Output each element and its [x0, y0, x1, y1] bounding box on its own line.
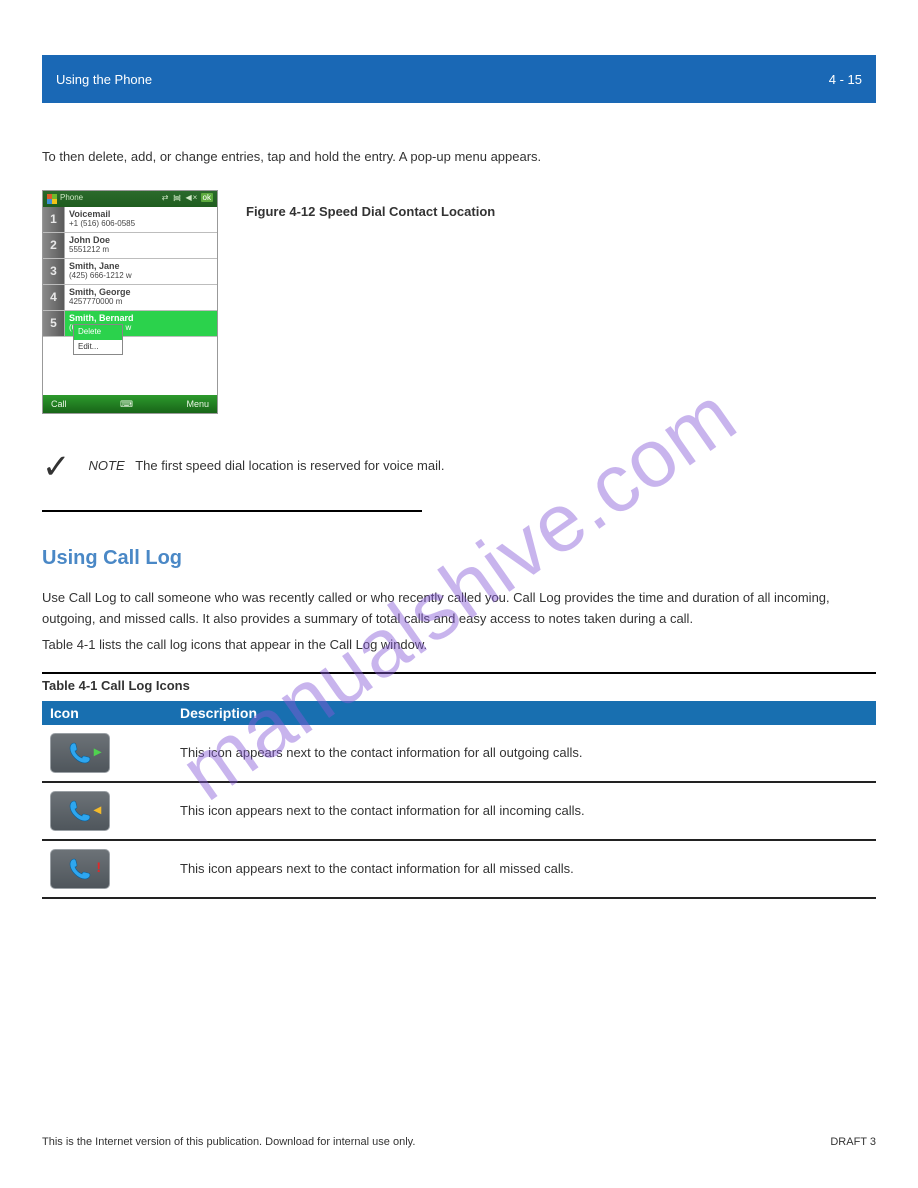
speed-dial-list: 1 Voicemail +1 (516) 606-0585 2 John Doe… [43, 207, 217, 337]
intro-paragraph: To then delete, add, or change entries, … [42, 147, 876, 168]
context-menu: Delete Edit... [73, 324, 123, 356]
missed-call-icon: ! [50, 849, 110, 889]
softkey-menu[interactable]: Menu [186, 397, 209, 411]
contact-detail: (425) 666-1212 w [69, 272, 213, 281]
page-header: Using the Phone 4 - 15 [42, 55, 876, 103]
note-label: NOTE [89, 458, 125, 473]
note-row: ✓ NOTE The first speed dial location is … [42, 450, 876, 484]
screenshot-app-title: Phone [60, 192, 83, 205]
missed-exclamation-icon: ! [96, 856, 101, 878]
table-row: ▸ This icon appears next to the contact … [42, 725, 876, 783]
speed-dial-row-2[interactable]: 2 John Doe 5551212 m [43, 233, 217, 259]
footer-notice: This is the Internet version of this pub… [42, 1136, 415, 1148]
outgoing-arrow-icon: ▸ [94, 740, 101, 762]
contact-detail: +1 (516) 606-0585 [69, 220, 213, 229]
speed-dial-number: 4 [43, 285, 65, 310]
speed-dial-number: 1 [43, 207, 65, 232]
row-description: This icon appears next to the contact in… [170, 801, 876, 822]
screenshot-bottombar: Call ⌨ Menu [43, 395, 217, 413]
checkmark-icon: ✓ [42, 450, 71, 484]
table-header-description: Description [170, 702, 876, 724]
contact-detail: 5551212 m [69, 246, 213, 255]
contact-detail: 4257770000 m [69, 298, 213, 307]
table-row: ◂ This icon appears next to the contact … [42, 783, 876, 841]
section-paragraph-1: Use Call Log to call someone who was rec… [42, 588, 876, 630]
call-log-icons-table: Table 4-1 Call Log Icons Icon Descriptio… [42, 672, 876, 899]
speed-dial-number: 2 [43, 233, 65, 258]
figure-caption: Figure 4-12 Speed Dial Contact Location [246, 204, 495, 219]
speed-dial-row-1[interactable]: 1 Voicemail +1 (516) 606-0585 [43, 207, 217, 233]
row-description: This icon appears next to the contact in… [170, 743, 876, 764]
speed-dial-row-3[interactable]: 3 Smith, Jane (425) 666-1212 w [43, 259, 217, 285]
ok-button[interactable]: ok [201, 193, 213, 202]
incoming-call-icon: ◂ [50, 791, 110, 831]
section-paragraph-2: Table 4-1 lists the call log icons that … [42, 637, 427, 652]
speed-dial-number: 5 [43, 311, 65, 336]
windows-flag-icon [47, 194, 57, 204]
separator-line [42, 510, 422, 512]
note-text: The first speed dial location is reserve… [135, 458, 444, 473]
incoming-arrow-icon: ◂ [94, 798, 101, 820]
section-heading: Using Call Log [42, 542, 876, 574]
outgoing-call-icon: ▸ [50, 733, 110, 773]
page-footer: This is the Internet version of this pub… [42, 1136, 876, 1148]
table-row: ! This icon appears next to the contact … [42, 841, 876, 899]
row-description: This icon appears next to the contact in… [170, 859, 876, 880]
screenshot-topbar: Phone ⇄ ᯼ ◀× ok [43, 191, 217, 207]
phone-screenshot: Phone ⇄ ᯼ ◀× ok 1 Voicemail +1 (516) 606… [42, 190, 218, 414]
footer-draft-label: DRAFT 3 [830, 1136, 876, 1148]
keyboard-icon[interactable]: ⌨ [116, 399, 138, 409]
speed-dial-number: 3 [43, 259, 65, 284]
body-content: To then delete, add, or change entries, … [42, 147, 876, 899]
header-section-title: Using the Phone [56, 72, 152, 87]
header-page-number: 4 - 15 [829, 72, 862, 87]
screenshot-blank-area [43, 337, 217, 395]
table-caption: Table 4-1 Call Log Icons [42, 674, 876, 701]
context-menu-delete[interactable]: Delete [74, 325, 122, 340]
table-header-icon: Icon [42, 702, 170, 724]
context-menu-edit[interactable]: Edit... [74, 340, 122, 355]
speed-dial-row-5-selected[interactable]: 5 Smith, Bernard (6__________) w Delete … [43, 311, 217, 337]
speed-dial-row-4[interactable]: 4 Smith, George 4257770000 m [43, 285, 217, 311]
softkey-call[interactable]: Call [51, 397, 67, 411]
figure-row: Phone ⇄ ᯼ ◀× ok 1 Voicemail +1 (516) 606… [42, 190, 876, 414]
screenshot-status-icons: ⇄ ᯼ ◀× ok [162, 192, 213, 205]
table-header-row: Icon Description [42, 701, 876, 725]
